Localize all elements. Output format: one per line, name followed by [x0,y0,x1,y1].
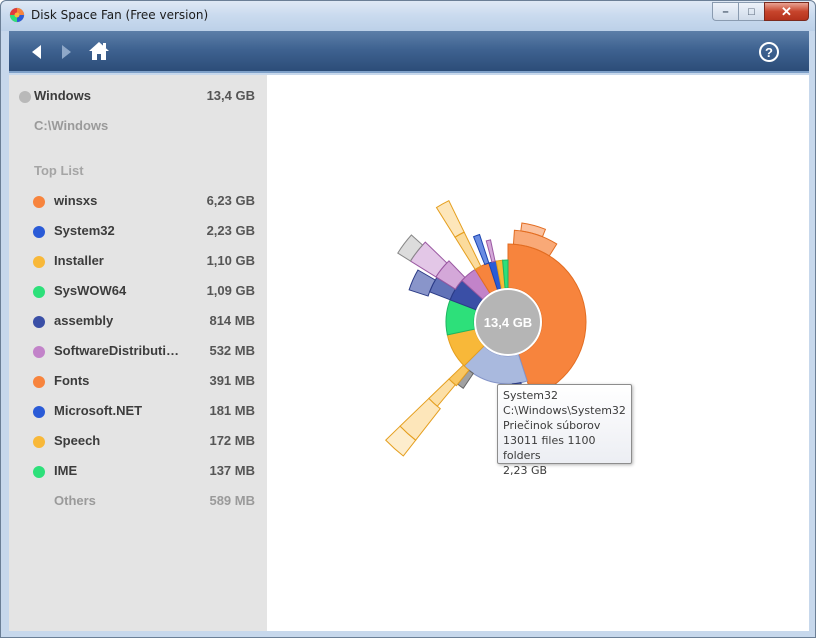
close-button[interactable]: ✕ [764,2,809,21]
root-folder-row[interactable]: Windows 13,4 GB [19,88,255,106]
folder-color-dot [33,286,45,298]
tooltip-folder-size: 2,23 GB [503,464,548,477]
window-controls: – □ ✕ [712,2,809,21]
top-list-others[interactable]: Others 589 MB [33,493,255,511]
folder-color-dot [33,376,45,388]
top-list-item-name: Microsoft.NET [54,403,143,418]
top-list-item-size: 137 MB [209,463,255,478]
top-list-item-size: 172 MB [209,433,255,448]
top-list-item-name: SysWOW64 [54,283,127,298]
folder-color-dot [33,226,45,238]
folder-color-dot [33,316,45,328]
current-path: C:\Windows [34,118,109,133]
top-list-item-name: SoftwareDistributi… [54,343,179,358]
chart-area: 13,4 GB [267,75,809,631]
window-title: Disk Space Fan (Free version) [31,8,209,22]
tooltip-folder-name: System32 [503,389,559,402]
top-list-item-size: 814 MB [209,313,255,328]
tooltip-folder-path: C:\Windows\System32 [503,404,626,417]
maximize-button[interactable]: □ [738,2,764,21]
folder-color-dot [33,406,45,418]
top-list-item[interactable]: System32 2,23 GB [33,223,255,241]
tooltip-folder-type: Priečinok súborov [503,419,601,432]
top-list-item-size: 181 MB [209,403,255,418]
center-size-label: 13,4 GB [484,315,532,330]
root-folder-size: 13,4 GB [206,88,255,103]
top-list-item[interactable]: Microsoft.NET 181 MB [33,403,255,421]
disk-usage-fan-chart[interactable]: 13,4 GB [267,75,809,631]
top-list-item[interactable]: winsxs 6,23 GB [33,193,255,211]
top-list-others-size: 589 MB [209,493,255,508]
home-icon[interactable] [88,40,110,62]
sidebar: Windows 13,4 GB C:\Windows Top List wins… [9,75,267,631]
tooltip-folder-counts: 13011 files 1100 folders [503,434,596,462]
top-list-item-size: 1,10 GB [206,253,255,268]
folder-color-dot [33,196,45,208]
app-window: Disk Space Fan (Free version) – □ ✕ ? Wi… [0,0,816,638]
top-list-item-name: assembly [54,313,114,328]
folder-color-dot [33,436,45,448]
top-list-item-name: winsxs [54,193,98,208]
top-list-item-size: 2,23 GB [206,223,255,238]
top-list-item[interactable]: SysWOW64 1,09 GB [33,283,255,301]
top-list-item-name: IME [54,463,78,478]
top-list-item-name: Fonts [54,373,90,388]
help-button[interactable]: ? [759,42,779,62]
toolbar: ? [9,31,809,73]
top-list-heading: Top List [34,163,84,178]
back-arrow-icon[interactable] [27,42,47,62]
minimize-button[interactable]: – [712,2,738,21]
top-list-item-name: Installer [54,253,104,268]
top-list-item-name: System32 [54,223,115,238]
top-list-item[interactable]: SoftwareDistributi… 532 MB [33,343,255,361]
top-list-item-name: Speech [54,433,101,448]
top-list-item-size: 1,09 GB [206,283,255,298]
top-list-item-size: 6,23 GB [206,193,255,208]
title-bar: Disk Space Fan (Free version) – □ ✕ [1,1,815,31]
disk-space-fan-app-icon [9,7,25,23]
top-list-item-size: 391 MB [209,373,255,388]
folder-color-dot [33,466,45,478]
forward-arrow-icon[interactable] [56,42,76,62]
folder-tooltip: System32 C:\Windows\System32 Priečinok s… [497,384,632,477]
top-list-item[interactable]: Fonts 391 MB [33,373,255,391]
folder-color-dot [33,346,45,358]
root-color-dot [19,91,31,103]
top-list-item[interactable]: assembly 814 MB [33,313,255,331]
top-list-item[interactable]: Installer 1,10 GB [33,253,255,271]
fonts-child-segment[interactable] [435,199,465,238]
root-folder-name: Windows [34,88,91,103]
top-list-item[interactable]: Speech 172 MB [33,433,255,451]
top-list-item[interactable]: IME 137 MB [33,463,255,481]
folder-color-dot [33,256,45,268]
top-list-item-size: 532 MB [209,343,255,358]
top-list-others-name: Others [54,493,96,508]
